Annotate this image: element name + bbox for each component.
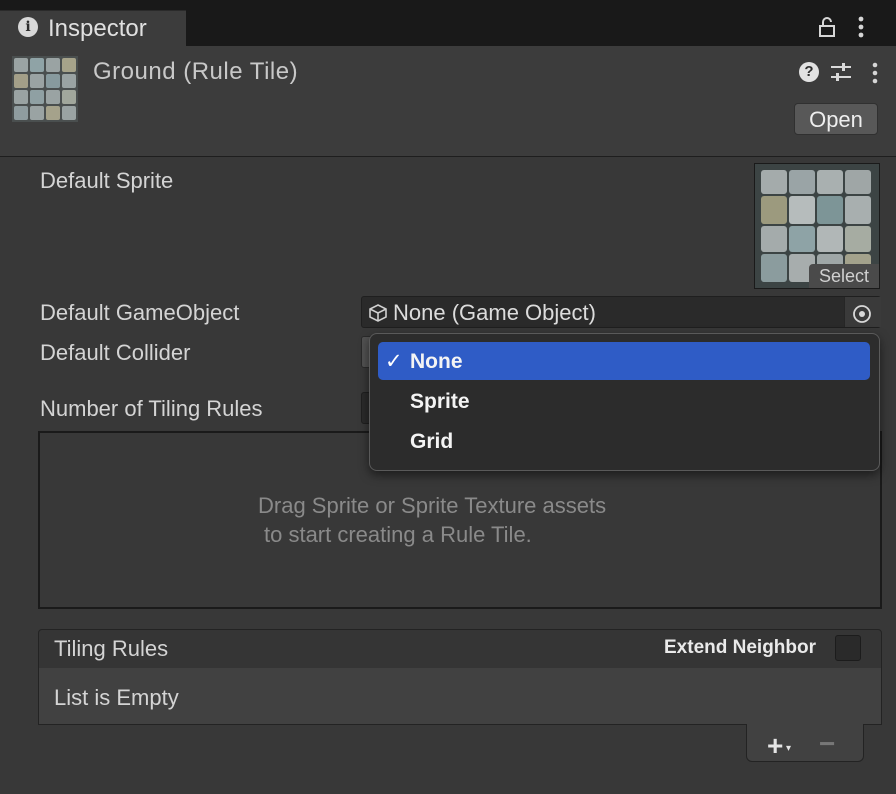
select-sprite-button[interactable]: Select (809, 264, 879, 288)
list-footer (746, 724, 864, 762)
dropdown-option-label: None (410, 350, 463, 373)
context-menu-icon[interactable] (869, 62, 881, 84)
object-picker-icon (853, 305, 871, 323)
dropdown-option-label: Sprite (410, 390, 470, 413)
empty-list-text: List is Empty (54, 685, 179, 710)
extend-neighbor-label: Extend Neighbor (664, 637, 817, 658)
dropdown-option-grid[interactable]: Grid (378, 422, 870, 460)
cube-icon (369, 304, 387, 322)
help-icon[interactable]: ? (799, 62, 819, 82)
tab-label: Inspector (48, 15, 147, 42)
drop-hint-line-1: Drag Sprite or Sprite Texture assets (258, 493, 607, 518)
default-sprite-label: Default Sprite (40, 168, 174, 193)
lock-icon[interactable] (818, 17, 836, 37)
number-of-rules-label: Number of Tiling Rules (40, 396, 263, 421)
presets-icon[interactable] (830, 62, 852, 82)
default-gameobject-label: Default GameObject (40, 300, 240, 325)
checkmark-icon: ✓ (385, 350, 403, 373)
extend-neighbor-checkbox[interactable] (835, 635, 861, 661)
tab-menu-icon[interactable] (854, 15, 868, 39)
dropdown-option-sprite[interactable]: Sprite (378, 382, 870, 420)
tiling-rules-title: Tiling Rules (54, 636, 169, 661)
add-rule-icon[interactable]: + (767, 730, 783, 762)
remove-rule-icon[interactable]: − (819, 728, 835, 760)
open-button[interactable]: Open (794, 103, 878, 135)
drop-hint-line-2: to start creating a Rule Tile. (264, 522, 532, 547)
info-icon: i (18, 17, 38, 37)
default-gameobject-value: None (Game Object) (393, 300, 596, 325)
dropdown-option-none[interactable]: ✓ None (378, 342, 870, 380)
asset-title: Ground (Rule Tile) (93, 58, 299, 85)
default-collider-label: Default Collider (40, 340, 191, 365)
add-dropdown-caret-icon[interactable]: ▾ (786, 743, 791, 754)
rule-tile-icon (12, 56, 78, 122)
dropdown-option-label: Grid (410, 430, 454, 453)
